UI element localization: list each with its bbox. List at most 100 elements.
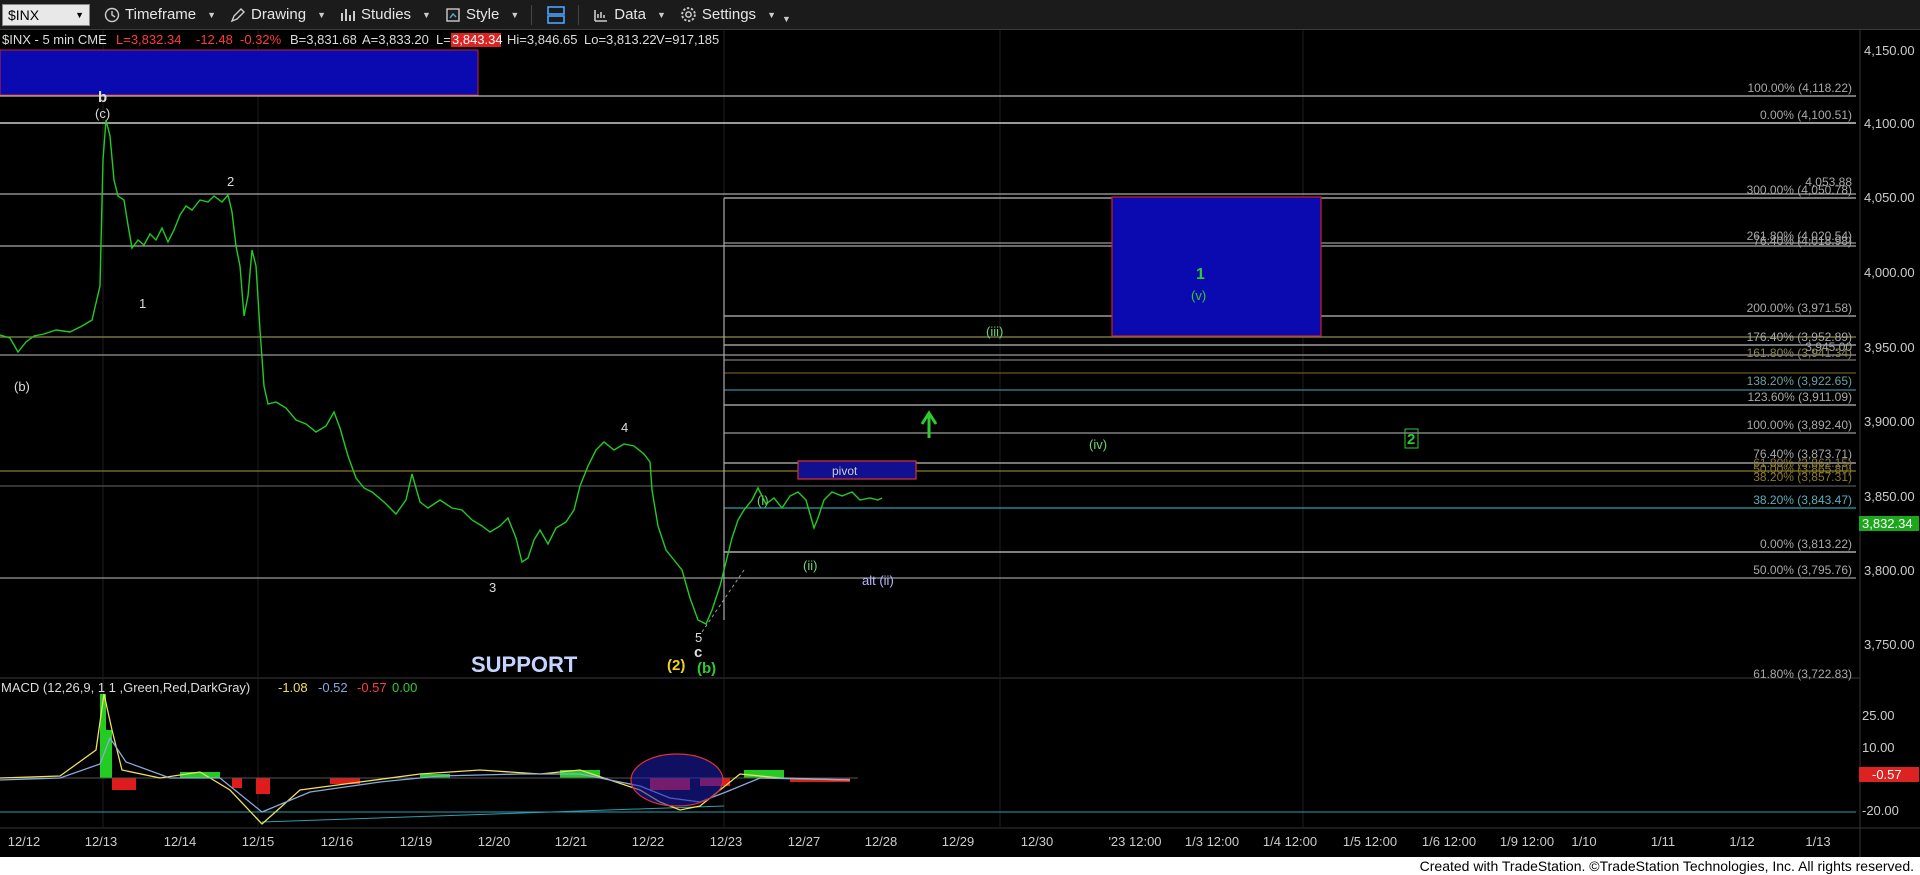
date-tick: 1/11 (1651, 834, 1675, 849)
timeframe-button[interactable]: Timeframe ▼ (104, 6, 216, 23)
drawing-button[interactable]: Drawing ▼ (230, 6, 326, 23)
fib-label: 123.60% (3,911.09) (1747, 390, 1852, 404)
info-hi: Hi=3,846.65 (507, 32, 577, 47)
macd-tick: 25.00 (1862, 708, 1895, 723)
data-icon (594, 9, 608, 22)
toolbar: $INX ▼ Timeframe ▼ Drawing ▼ Studies ▼ Styl… (0, 0, 1920, 30)
price-tick: 4,150.00 (1864, 43, 1915, 58)
date-tick: 1/12 (1729, 834, 1754, 849)
chevron-down-icon[interactable]: ▼ (75, 10, 84, 20)
toolbar-divider (531, 4, 533, 25)
macd-title: MACD (12,26,9, 1 1 ,Green,Red,DarkGray) (1, 680, 250, 695)
wave-label: (ii) (803, 558, 817, 573)
fib-label: 61.80% (3,722.83) (1753, 667, 1852, 681)
chart-area[interactable]: $INX - 5 min CME L= 3,832.34 -12.48 -0.32… (0, 30, 1920, 857)
info-lo: Lo=3,813.22 (584, 32, 657, 47)
date-tick: 12/19 (400, 834, 433, 849)
studies-button[interactable]: Studies ▼ (340, 6, 431, 23)
settings-button[interactable]: Settings ▼ (680, 6, 776, 23)
chevron-down-icon: ▼ (422, 9, 431, 20)
date-tick: 12/21 (555, 834, 588, 849)
style-button[interactable]: Style ▼ (445, 6, 519, 23)
date-tick: 1/4 12:00 (1263, 834, 1317, 849)
date-tick: 12/23 (710, 834, 743, 849)
divergence-ellipse[interactable] (630, 753, 724, 807)
date-tick: 12/13 (85, 834, 118, 849)
wave-label: (b) (697, 660, 716, 677)
fib-label: 0.00% (3,813.22) (1760, 537, 1852, 551)
fib-label: 161.80% (3,941.34) (1747, 346, 1852, 360)
date-tick: 1/13 (1805, 834, 1830, 849)
fib-label: 100.00% (4,118.22) (1747, 81, 1852, 95)
info-last-label: L= (436, 32, 451, 47)
gear-icon (681, 7, 696, 22)
price-tick: 4,100.00 (1864, 116, 1915, 131)
toolbar-divider (578, 4, 580, 25)
wave-label: 1 (1196, 266, 1205, 283)
data-label: Data (614, 6, 646, 23)
wave-label: (b) (14, 379, 30, 394)
price-tick: 4,050.00 (1864, 190, 1915, 205)
info-ask: A=3,833.20 (362, 32, 429, 47)
studies-icon (341, 8, 355, 21)
layout-button[interactable] (546, 5, 566, 25)
target-box[interactable] (1111, 196, 1322, 337)
symbol-input[interactable]: $INX ▼ (2, 3, 90, 26)
date-tick: 12/28 (865, 834, 898, 849)
fib-label: 0.00% (4,100.51) (1760, 108, 1852, 122)
studies-label: Studies (361, 6, 412, 23)
chevron-down-icon: ▼ (656, 9, 666, 20)
date-tick: 1/5 12:00 (1343, 834, 1397, 849)
date-tick: 1/9 12:00 (1500, 834, 1554, 849)
timeframe-label: Timeframe (125, 6, 197, 23)
wave-label: (v) (1191, 288, 1206, 303)
pivot-label: pivot (832, 464, 858, 478)
fib-label: 100.00% (3,892.40) (1747, 418, 1852, 432)
current-price: 3,832.34 (1862, 516, 1913, 531)
fib-label: 4,053.88 (1805, 175, 1852, 189)
wave-label: (iv) (1089, 437, 1107, 452)
date-tick: 12/29 (942, 834, 975, 849)
chevron-down-icon[interactable]: ▼ (782, 14, 791, 24)
info-pct: -0.32% (240, 32, 282, 47)
wave-label: (2) (667, 657, 685, 674)
macd-tick: 10.00 (1862, 740, 1895, 755)
data-button[interactable]: Data ▼ (593, 6, 666, 23)
settings-label: Settings (701, 6, 757, 23)
macd-zero: 0.00 (392, 680, 417, 695)
resistance-box[interactable] (0, 49, 479, 96)
date-tick: '23 12:00 (1108, 834, 1161, 849)
macd-current: -0.57 (1872, 767, 1902, 782)
wave-label: (iii) (986, 324, 1003, 339)
pencil-icon (230, 7, 246, 22)
fib-label: 50.00% (3,795.76) (1753, 563, 1852, 577)
date-tick: 1/10 (1571, 834, 1596, 849)
wave-label: alt (ii) (862, 573, 894, 588)
macd-tick: -20.00 (1862, 803, 1899, 818)
footer-text: Created with TradeStation. ©TradeStation… (1419, 858, 1914, 874)
layout-icon (547, 5, 566, 24)
chevron-down-icon: ▼ (317, 9, 326, 20)
wave-label: 4 (621, 420, 628, 435)
chevron-down-icon: ▼ (207, 9, 217, 20)
macd-signal: -0.52 (318, 680, 348, 695)
drawing-label: Drawing (251, 6, 307, 23)
fib-label: 38.20% (3,857.31) (1753, 470, 1852, 484)
symbol-value: $INX (8, 6, 40, 23)
price-tick: 3,800.00 (1864, 563, 1915, 578)
fib-label: 200.00% (3,971.58) (1747, 301, 1852, 315)
info-change: -12.48 (196, 32, 233, 47)
chevron-down-icon: ▼ (767, 9, 776, 20)
wave-label: (i) (757, 493, 769, 508)
info-symbol: $INX - 5 min CME (2, 32, 107, 47)
info-bid: B=3,831.68 (290, 32, 357, 47)
date-tick: 12/16 (321, 834, 354, 849)
wave-label: c (694, 644, 702, 661)
wave-label: 1 (139, 296, 146, 311)
footer: Created with TradeStation. ©TradeStation… (0, 857, 1920, 875)
macd-value: -1.08 (278, 680, 308, 695)
chevron-down-icon: ▼ (510, 9, 520, 20)
price-chart[interactable]: $INX - 5 min CME L= 3,832.34 -12.48 -0.32… (0, 30, 1920, 857)
info-vol: V=917,185 (656, 32, 719, 47)
date-tick: 12/30 (1021, 834, 1054, 849)
